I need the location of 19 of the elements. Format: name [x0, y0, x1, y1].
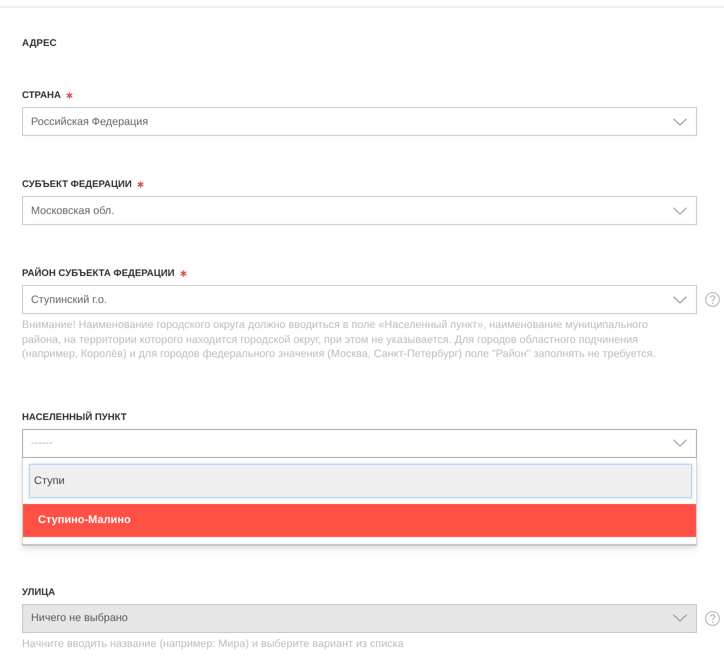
- field-label: СУБЪЕКТ ФЕДЕРАЦИИ: [22, 178, 132, 192]
- field-hint: Внимание! Наименование городского округа должно вводиться в поле «Населенный пункт», наименование муниципального района, на территории которого находится городской округ, при этом не указывается. Для городов областного подчинения (например, Королёв) и для городов федерального значения (Москва, Санкт-Петербург) поле "Район" заполнять не требуется.: [22, 318, 656, 362]
- search-field[interactable]: Ступи: [29, 464, 692, 498]
- select-field[interactable]: Московская обл.: [22, 196, 697, 225]
- chevron-down-icon: [673, 439, 687, 447]
- field-label: УЛИЦА: [22, 586, 56, 600]
- field-hint: Начните вводить название (например: Мира) и выберите вариант из списка: [22, 636, 405, 652]
- chevron-down-icon: [673, 614, 687, 622]
- dropdown-option[interactable]: Ступино-Малино: [23, 504, 696, 536]
- field-label: СТРАНА: [22, 89, 61, 103]
- select-field[interactable]: Российская Федерация: [22, 107, 697, 136]
- chevron-down-icon: [673, 296, 687, 304]
- field-label: НАСЕЛЕННЫЙ ПУНКТ: [22, 410, 127, 424]
- chevron-down-icon: [673, 118, 687, 126]
- field-label: РАЙОН СУБЪЕКТА ФЕДЕРАЦИИ: [22, 267, 175, 281]
- select-field[interactable]: Ступинский г.о.: [22, 285, 697, 314]
- chevron-down-icon: [673, 206, 687, 214]
- help-icon[interactable]: [705, 292, 720, 307]
- section-title: АДРЕС: [22, 37, 57, 51]
